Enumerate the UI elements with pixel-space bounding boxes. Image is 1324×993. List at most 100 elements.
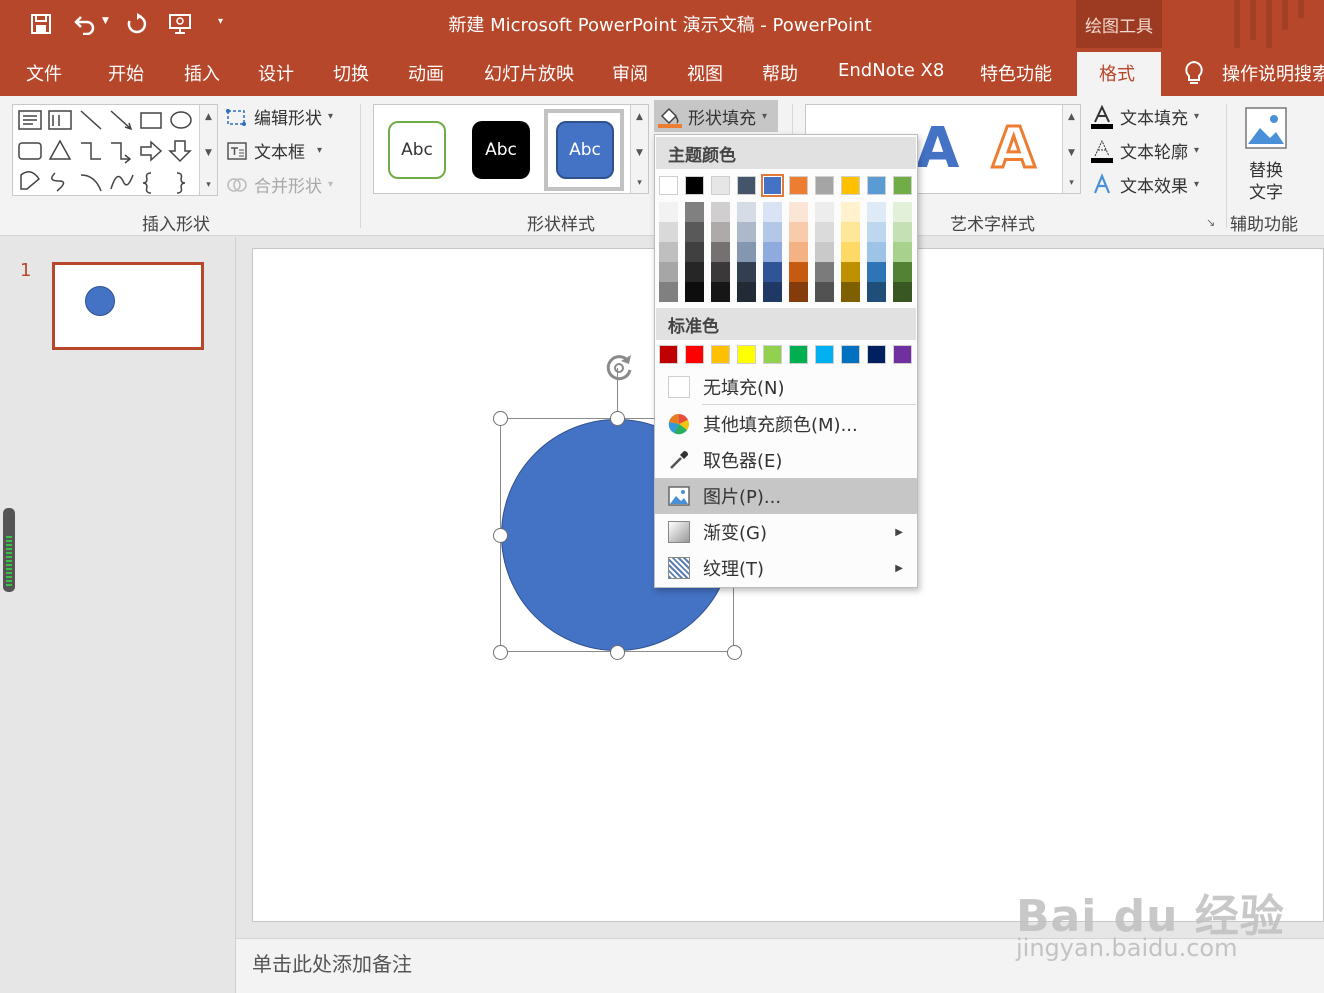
theme-color-swatch[interactable] [685, 176, 704, 195]
theme-shade-swatch[interactable] [711, 282, 730, 302]
theme-shade-swatch[interactable] [893, 262, 912, 282]
scroll-up-icon[interactable]: ▲ [200, 107, 217, 127]
wordart-blue-sample[interactable]: A [916, 119, 959, 179]
theme-shade-swatch[interactable] [737, 222, 756, 242]
theme-shade-swatch[interactable] [815, 222, 834, 242]
gallery-more-icon[interactable]: ▾ [1063, 173, 1080, 193]
theme-shade-swatch[interactable] [685, 282, 704, 302]
texture-item[interactable]: 纹理(T) ▶ [655, 550, 917, 586]
standard-color-swatch[interactable] [711, 345, 730, 364]
tab-view[interactable]: 视图 [687, 60, 723, 86]
standard-color-swatch[interactable] [815, 345, 834, 364]
theme-shade-swatch[interactable] [685, 202, 704, 222]
theme-shade-swatch[interactable] [737, 262, 756, 282]
theme-shade-swatch[interactable] [893, 242, 912, 262]
theme-shade-swatch[interactable] [815, 242, 834, 262]
theme-color-swatch[interactable] [893, 176, 912, 195]
theme-shade-swatch[interactable] [659, 242, 678, 262]
theme-shade-swatch[interactable] [789, 262, 808, 282]
rotate-handle-icon[interactable] [602, 351, 636, 390]
resize-handle-bottom-right[interactable] [727, 645, 742, 660]
style-blue-fill[interactable]: Abc [556, 121, 614, 179]
theme-shade-swatch[interactable] [763, 262, 782, 282]
theme-shade-swatch[interactable] [815, 202, 834, 222]
theme-shade-swatch[interactable] [711, 242, 730, 262]
picture-fill-item[interactable]: 图片(P)... [655, 478, 917, 514]
gradient-item[interactable]: 渐变(G) ▶ [655, 514, 917, 550]
theme-shade-swatch[interactable] [685, 262, 704, 282]
style-outline-green[interactable]: Abc [388, 121, 446, 179]
tab-animations[interactable]: 动画 [408, 60, 444, 86]
theme-shade-swatch[interactable] [867, 262, 886, 282]
shapes-gallery-scroll[interactable]: ▲ ▼ ▾ [199, 105, 217, 195]
eyedropper-item[interactable]: 取色器(E) [655, 442, 917, 478]
scroll-down-icon[interactable]: ▼ [200, 143, 217, 163]
theme-color-swatch[interactable] [815, 176, 834, 195]
tab-home[interactable]: 开始 [108, 60, 144, 86]
wordart-gallery-scroll[interactable]: ▲ ▼ ▾ [1062, 105, 1080, 193]
theme-shade-swatch[interactable] [893, 222, 912, 242]
slide-thumbnail[interactable] [52, 262, 204, 350]
theme-color-swatch[interactable] [761, 174, 784, 197]
theme-shade-swatch[interactable] [815, 282, 834, 302]
theme-shade-swatch[interactable] [711, 222, 730, 242]
theme-shade-swatch[interactable] [841, 242, 860, 262]
edit-shape-button[interactable]: 编辑形状 ▾ [226, 104, 333, 129]
theme-color-swatch[interactable] [711, 176, 730, 195]
theme-shade-swatch[interactable] [789, 282, 808, 302]
theme-shade-swatch[interactable] [659, 282, 678, 302]
tell-me-search[interactable]: 操作说明搜索 [1222, 60, 1324, 86]
standard-color-swatch[interactable] [685, 345, 704, 364]
theme-shade-swatch[interactable] [841, 282, 860, 302]
theme-shade-swatch[interactable] [867, 282, 886, 302]
shape-fill-button[interactable]: 形状填充 ▾ [658, 104, 767, 129]
more-fill-colors-item[interactable]: 其他填充颜色(M)... [655, 406, 917, 442]
notes-placeholder[interactable]: 单击此处添加备注 [252, 948, 412, 977]
theme-shade-swatch[interactable] [659, 202, 678, 222]
redo-icon[interactable] [122, 8, 152, 40]
theme-shade-swatch[interactable] [815, 262, 834, 282]
pane-scrollbar[interactable] [3, 508, 15, 592]
text-effects-button[interactable]: 文本效果 ▾ [1090, 172, 1199, 197]
standard-color-swatch[interactable] [737, 345, 756, 364]
text-outline-button[interactable]: 文本轮廓 ▾ [1090, 138, 1199, 163]
scroll-down-icon[interactable]: ▼ [1063, 143, 1080, 163]
tab-special-features[interactable]: 特色功能 [980, 60, 1052, 86]
scroll-down-icon[interactable]: ▼ [631, 143, 648, 163]
theme-shade-swatch[interactable] [867, 202, 886, 222]
present-from-start-icon[interactable] [166, 8, 196, 40]
text-box-button[interactable]: 文本框 ▾ [226, 138, 322, 163]
merge-shapes-button[interactable]: 合并形状 ▾ [226, 172, 333, 197]
theme-color-swatch[interactable] [867, 176, 886, 195]
tab-format[interactable]: 格式 [1099, 60, 1135, 86]
standard-color-swatch[interactable] [659, 345, 678, 364]
theme-shade-swatch[interactable] [763, 282, 782, 302]
theme-shade-swatch[interactable] [737, 282, 756, 302]
scroll-up-icon[interactable]: ▲ [631, 107, 648, 127]
standard-color-swatch[interactable] [893, 345, 912, 364]
theme-color-swatch[interactable] [737, 176, 756, 195]
standard-color-swatch[interactable] [867, 345, 886, 364]
theme-shade-swatch[interactable] [867, 222, 886, 242]
alt-text-button[interactable]: 替换 文字 [1236, 104, 1298, 203]
theme-shade-swatch[interactable] [867, 242, 886, 262]
theme-shade-swatch[interactable] [893, 202, 912, 222]
tab-help[interactable]: 帮助 [762, 60, 798, 86]
theme-shade-swatch[interactable] [841, 262, 860, 282]
resize-handle-bottom[interactable] [610, 645, 625, 660]
tab-insert[interactable]: 插入 [184, 60, 220, 86]
theme-shade-swatch[interactable] [737, 242, 756, 262]
shapes-gallery[interactable]: ▲ ▼ ▾ [12, 104, 218, 196]
resize-handle-left[interactable] [493, 528, 508, 543]
customize-dropdown-icon[interactable]: ▾ [218, 16, 223, 27]
dialog-launcher-icon[interactable]: ↘ [1206, 216, 1215, 229]
wordart-orange-sample[interactable]: A [990, 117, 1036, 180]
tab-file[interactable]: 文件 [26, 60, 62, 86]
theme-color-swatch[interactable] [659, 176, 678, 195]
theme-shade-swatch[interactable] [685, 242, 704, 262]
theme-shade-swatch[interactable] [893, 282, 912, 302]
undo-icon[interactable] [70, 8, 100, 40]
standard-color-swatch[interactable] [763, 345, 782, 364]
theme-color-swatch[interactable] [841, 176, 860, 195]
standard-color-swatch[interactable] [789, 345, 808, 364]
